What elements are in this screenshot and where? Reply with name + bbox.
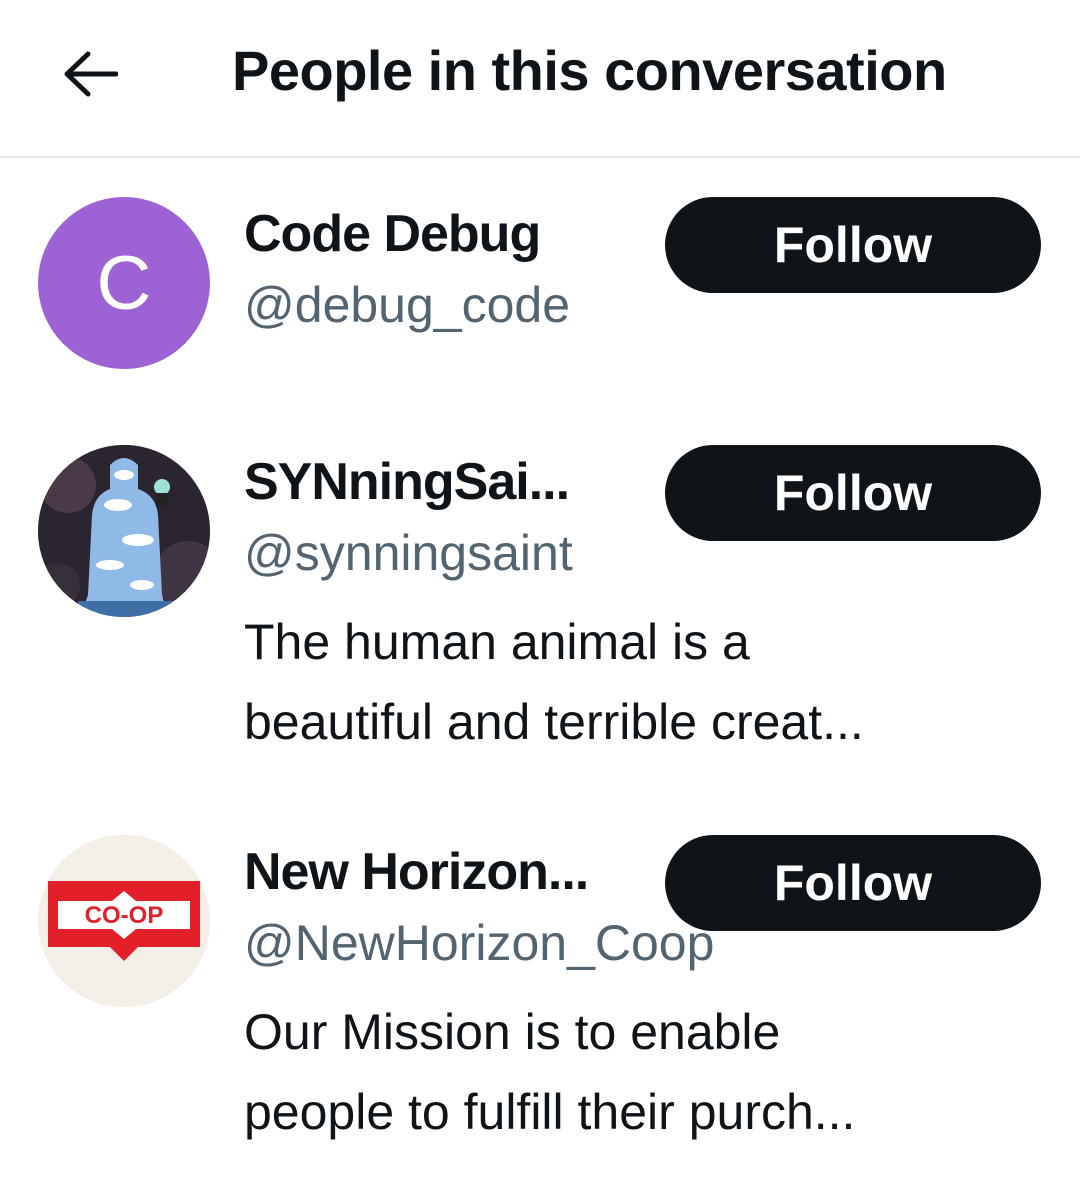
user-handle: @debug_code: [244, 277, 571, 333]
coop-logo-text: CO-OP: [85, 902, 164, 929]
top-app-bar: People in this conversation: [0, 0, 1080, 158]
user-handle: @synningsaint: [244, 525, 573, 581]
user-bio-line: The human animal is a: [244, 614, 750, 670]
user-display-name: SYNningSai...: [244, 453, 570, 511]
follow-button[interactable]: Follow: [665, 835, 1041, 931]
user-bio-line: people to fulfill their purch...: [244, 1084, 856, 1140]
follow-button[interactable]: Follow: [665, 445, 1041, 541]
avatar[interactable]: [38, 445, 210, 617]
avatar-image: [38, 445, 210, 617]
back-button[interactable]: [56, 44, 124, 104]
avatar-letter: C: [96, 240, 152, 326]
user-display-name: Code Debug: [244, 205, 541, 263]
coop-logo: CO-OP: [38, 835, 210, 1007]
page-title: People in this conversation: [232, 39, 947, 102]
avatar[interactable]: CO-OP: [38, 835, 210, 1007]
user-display-name: New Horizon...: [244, 843, 589, 901]
avatar[interactable]: C: [38, 197, 210, 369]
arrow-left-icon: [64, 51, 118, 97]
follow-button[interactable]: Follow: [665, 197, 1041, 293]
user-handle: @NewHorizon_Coop: [244, 915, 715, 971]
user-bio-line: beautiful and terrible creat...: [244, 694, 864, 750]
user-bio-line: Our Mission is to enable: [244, 1004, 781, 1060]
